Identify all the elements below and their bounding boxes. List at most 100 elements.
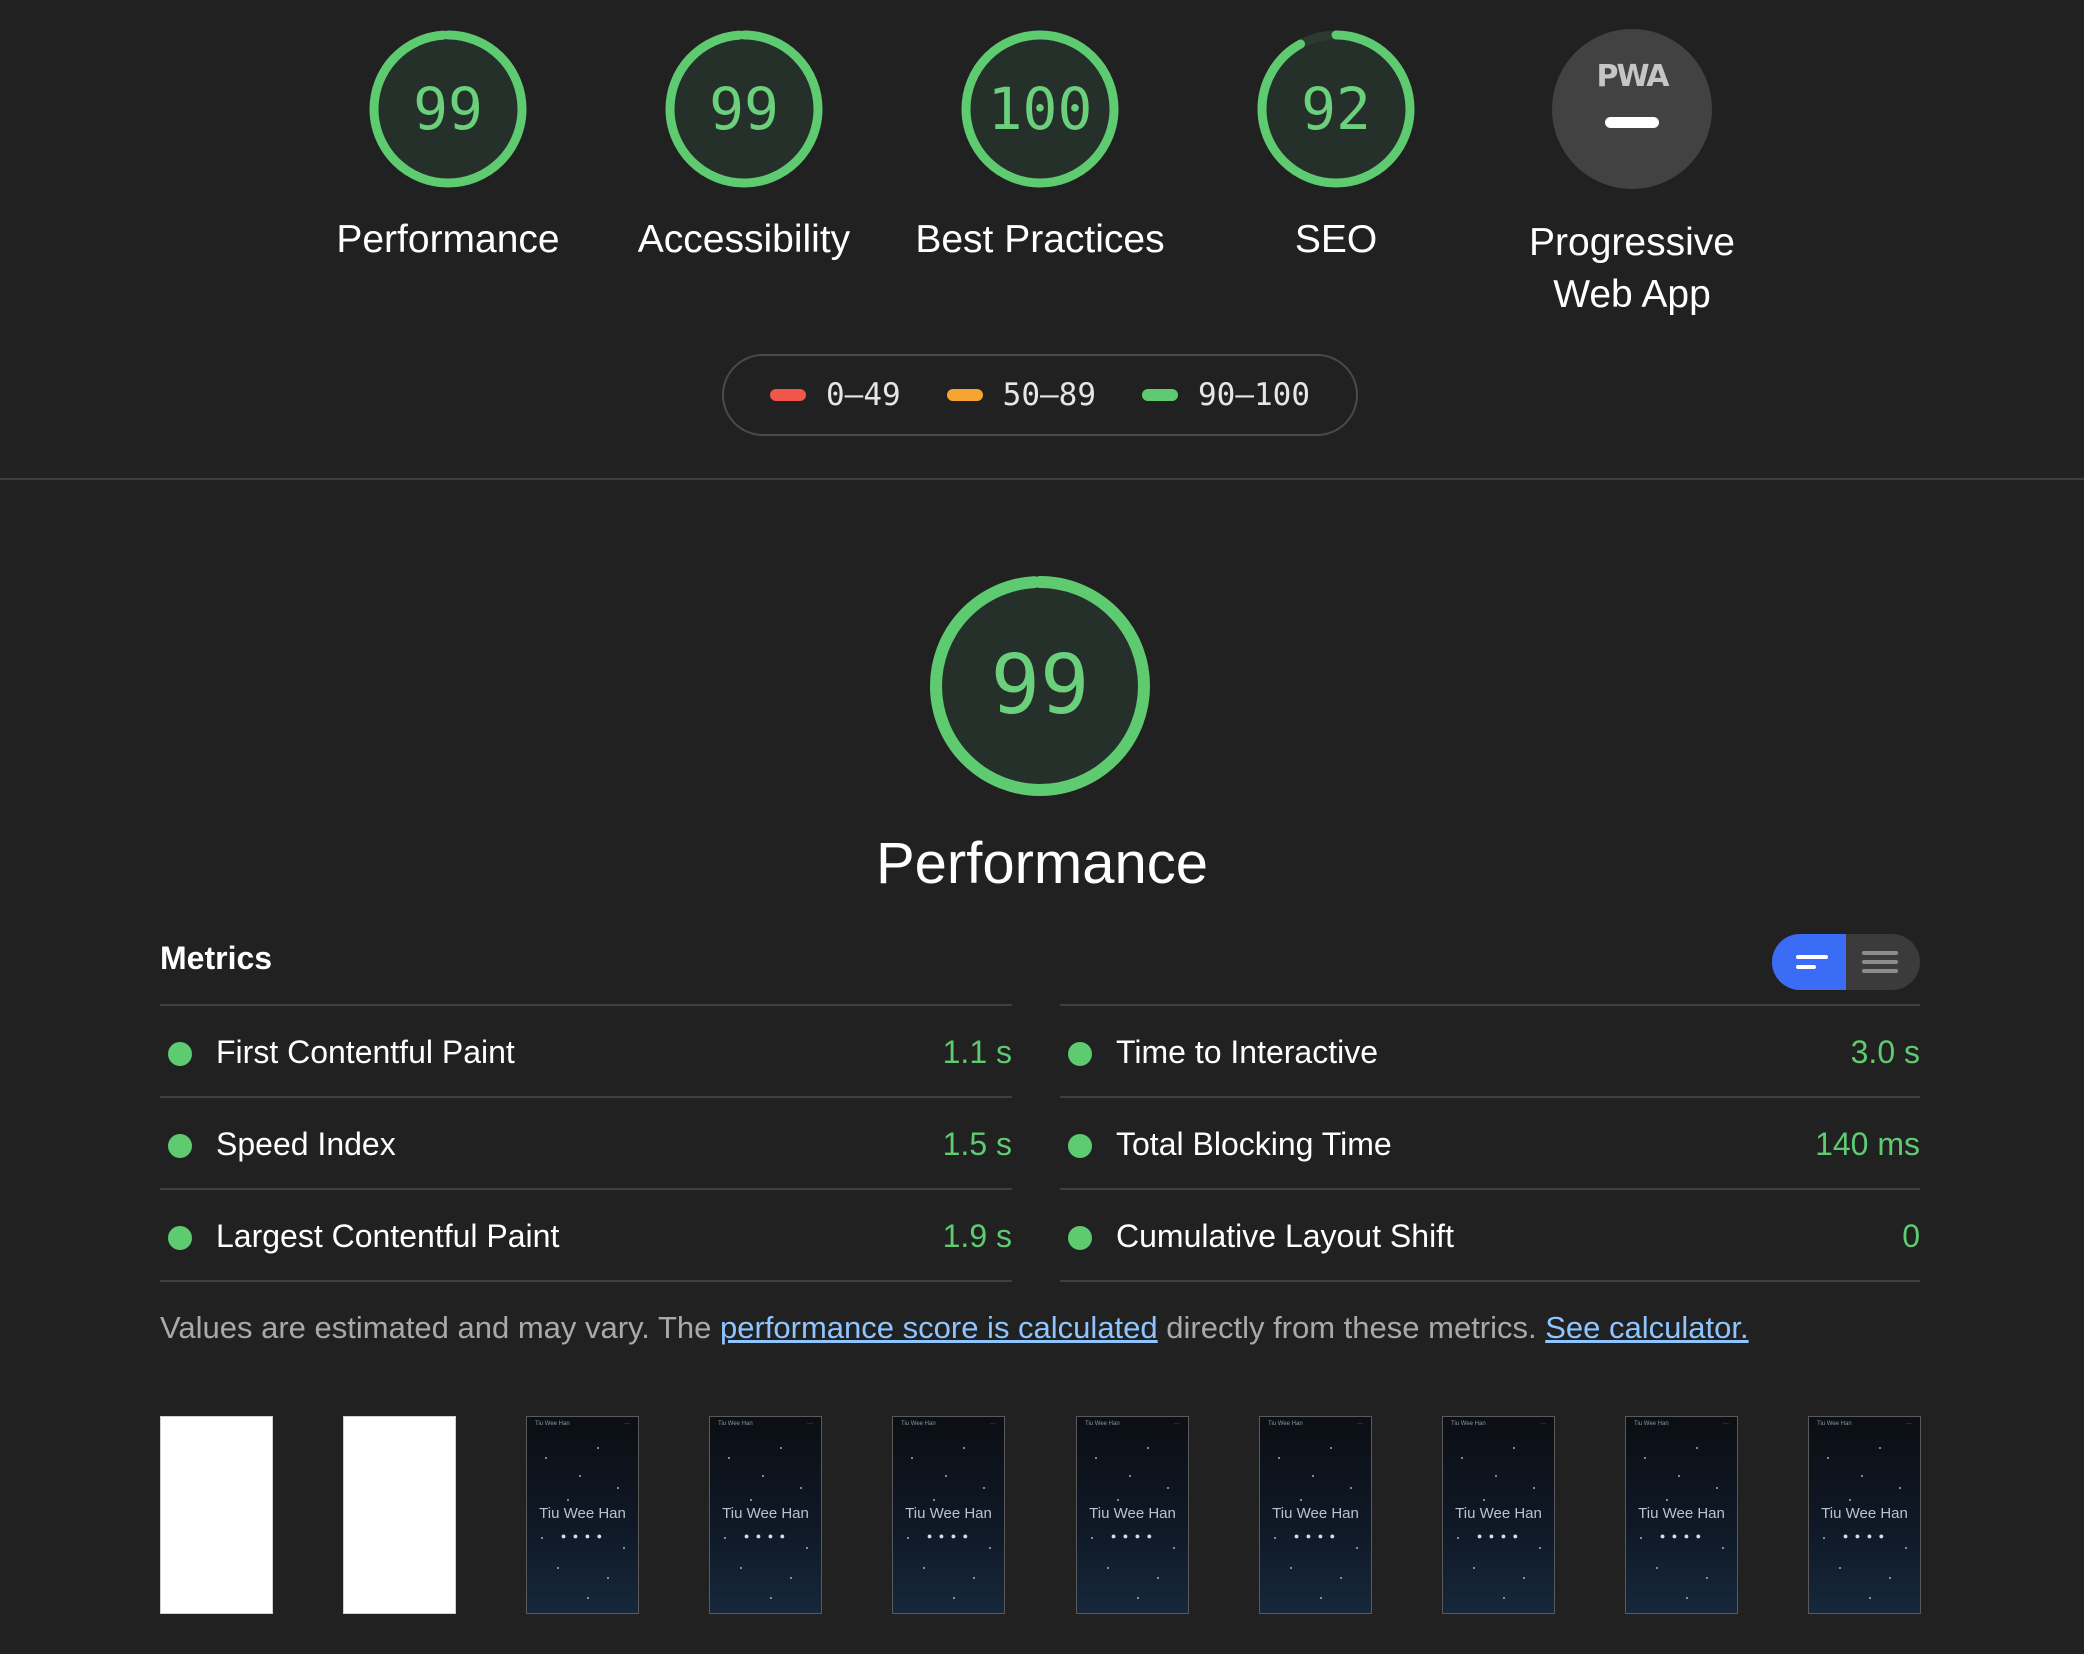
star-dot [1905,1547,1907,1549]
star-dot [1320,1597,1322,1599]
star-dot [1173,1547,1175,1549]
star-dot [945,1475,947,1477]
metric-largest-contentful-paint[interactable]: Largest Contentful Paint 1.9 s [160,1188,1012,1282]
frame-menu-icon: ··· [1174,1421,1180,1427]
legend-entry-pass: 90–100 [1142,377,1310,413]
filmstrip-frame: Tiu Wee Han ··· Tiu Wee Han ● ● ● ● [1808,1416,1921,1614]
frame-social-icons: ● ● ● ● [560,1531,605,1541]
see-calculator-link[interactable]: See calculator. [1545,1310,1748,1345]
star-dot [1523,1577,1525,1579]
toggle-expanded-view-button[interactable] [1846,934,1920,990]
score-calculated-link[interactable]: performance score is calculated [720,1310,1158,1345]
star-dot [806,1547,808,1549]
load-filmstrip: Tiu Wee Han ··· Tiu Wee Han ● ● ● ● Tiu Wee … [160,1416,1921,1616]
star-dot [1696,1447,1698,1449]
category-scores-header: 99 Performance 99 Accessibility 100 Best Prac… [0,0,2084,478]
frame-site-name: Tiu Wee Han [1821,1505,1908,1522]
star-dot [1889,1577,1891,1579]
pass-dot-icon [168,1042,192,1066]
pass-dot-icon [168,1134,192,1158]
frame-site-name: Tiu Wee Han [1638,1505,1725,1522]
disclaimer-text-2: directly from these metrics. [1157,1310,1546,1345]
legend-fail-pill [770,389,807,401]
performance-section-title: Performance [875,831,1209,896]
gauge-best-practices[interactable]: 100 Best Practices [890,26,1190,266]
frame-social-icons: ● ● ● ● [1293,1531,1338,1541]
frame-menu-icon: ··· [1357,1421,1363,1427]
gauge-performance[interactable]: 99 Performance [298,26,598,266]
summary-icon-line-1 [1796,955,1828,959]
metric-first-contentful-paint[interactable]: First Contentful Paint 1.1 s [160,1004,1012,1096]
score-scale-legend: 0–49 50–89 90–100 [722,354,1358,436]
pass-dot-icon [1068,1226,1092,1250]
metric-cumulative-layout-shift[interactable]: Cumulative Layout Shift 0 [1060,1188,1920,1282]
star-dot [1861,1475,1863,1477]
star-dot [617,1487,619,1489]
gauge-label: Progressive Web App [1482,217,1782,321]
gauge-ring: 99 [661,26,827,192]
star-dot [579,1475,581,1477]
star-dot [587,1597,589,1599]
star-dot [740,1567,742,1569]
metrics-column-left: First Contentful Paint 1.1 s Speed Index… [160,1004,1012,1282]
gauge-score: 100 [987,75,1093,143]
gauge-accessibility[interactable]: 99 Accessibility [594,26,894,266]
frame-site-header: Tiu Wee Han [1268,1421,1303,1427]
star-dot [750,1499,752,1501]
frame-site-name: Tiu Wee Han [722,1505,809,1522]
frame-site-header: Tiu Wee Han [1817,1421,1852,1427]
star-dot [1356,1547,1358,1549]
star-dot [557,1567,559,1569]
metric-time-to-interactive[interactable]: Time to Interactive 3.0 s [1060,1004,1920,1096]
gauge-pwa[interactable]: PWA Progressive Web App [1482,26,1782,321]
star-dot [1656,1567,1658,1569]
star-dot [1666,1499,1668,1501]
star-dot [762,1475,764,1477]
star-dot [597,1447,599,1449]
star-dot [1869,1597,1871,1599]
star-dot [1312,1475,1314,1477]
star-dot [1300,1499,1302,1501]
metric-speed-index[interactable]: Speed Index 1.5 s [160,1096,1012,1188]
filmstrip-frame: Tiu Wee Han ··· Tiu Wee Han ● ● ● ● [526,1416,639,1614]
metric-name: Time to Interactive [1116,1034,1379,1070]
filmstrip-frame: Tiu Wee Han ··· Tiu Wee Han ● ● ● ● [709,1416,822,1614]
frame-social-icons: ● ● ● ● [1110,1531,1155,1541]
metric-total-blocking-time[interactable]: Total Blocking Time 140 ms [1060,1096,1920,1188]
gauge-label: Accessibility [637,218,851,261]
metric-name: Cumulative Layout Shift [1116,1218,1454,1254]
frame-site-name: Tiu Wee Han [1089,1505,1176,1522]
metric-value: 1.9 s [942,1218,1012,1254]
star-dot [1107,1567,1109,1569]
pwa-dash-icon [1605,117,1659,128]
frame-site-name: Tiu Wee Han [905,1505,992,1522]
star-dot [1340,1577,1342,1579]
gauge-score: 99 [709,75,779,143]
frame-social-icons: ● ● ● ● [1659,1531,1704,1541]
toggle-summary-view-button[interactable] [1772,934,1846,990]
star-dot [1879,1447,1881,1449]
pwa-logo-icon: PWA [1596,59,1670,94]
pass-dot-icon [1068,1134,1092,1158]
frame-menu-icon: ··· [1540,1421,1546,1427]
metrics-view-toggle[interactable] [1772,934,1920,990]
star-dot [923,1567,925,1569]
star-dot [1350,1487,1352,1489]
star-dot [728,1457,730,1459]
star-dot [1473,1567,1475,1569]
frame-site-header: Tiu Wee Han [1634,1421,1669,1427]
star-dot [607,1577,609,1579]
pwa-label-line2: Web App [1553,273,1711,316]
star-dot [567,1499,569,1501]
frame-site-header: Tiu Wee Han [535,1421,570,1427]
pwa-badge: PWA [1552,29,1712,189]
legend-entry-average: 50–89 [946,377,1096,413]
star-dot [953,1597,955,1599]
star-dot [1095,1457,1097,1459]
gauge-seo[interactable]: 92 SEO [1186,26,1486,266]
filmstrip-frame: Tiu Wee Han ··· Tiu Wee Han ● ● ● ● [1076,1416,1189,1614]
frame-site-header: Tiu Wee Han [901,1421,936,1427]
gauge-label: SEO [1294,218,1378,261]
star-dot [800,1487,802,1489]
star-dot [1678,1475,1680,1477]
